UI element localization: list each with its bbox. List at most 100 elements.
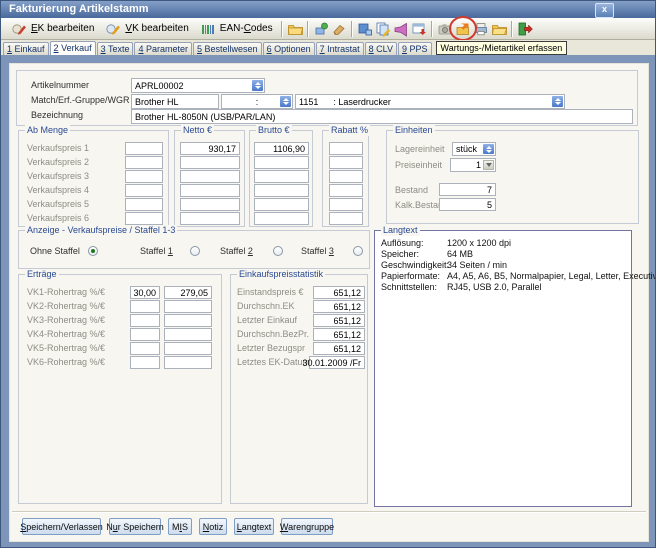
tab-bestellwesen[interactable]: 5 Bestellwesen (193, 42, 262, 55)
vk5-rohertrag-pct-field[interactable] (130, 342, 160, 355)
ab-menge-field-1[interactable] (125, 142, 163, 155)
wgr-field[interactable]: 1151 : Laserdrucker (295, 94, 565, 109)
ab-menge-field-3[interactable] (125, 170, 163, 183)
bestand-label: Bestand (395, 185, 428, 195)
copy-small-icon[interactable] (356, 20, 374, 37)
rabatt-field-5[interactable] (329, 198, 363, 211)
rabatt-field-4[interactable] (329, 184, 363, 197)
erf-gruppe-spinner[interactable] (280, 96, 291, 107)
rabatt-field-3[interactable] (329, 170, 363, 183)
netto-field-2[interactable] (180, 156, 240, 169)
lagereinheit-field[interactable]: stück (452, 142, 496, 156)
vk4-rohertrag-eur-field[interactable] (164, 328, 212, 341)
article-header-group: Artikelnummer APRL00002 Match/Erf.-Grupp… (16, 70, 638, 126)
brutto-field-3[interactable] (254, 170, 309, 183)
rabatt-field-6[interactable] (329, 212, 363, 225)
maintenance-article-icon[interactable] (454, 20, 472, 37)
window-export-icon[interactable] (410, 20, 428, 37)
ab-menge-field-6[interactable] (125, 212, 163, 225)
tab-intrastat[interactable]: 7 Intrastat (316, 42, 364, 55)
vk6-rohertrag-pct-field[interactable] (130, 356, 160, 369)
eraser-icon[interactable] (330, 20, 348, 37)
vk5-rohertrag-eur-field[interactable] (164, 342, 212, 355)
megaphone-icon[interactable] (392, 20, 410, 37)
wgr-spinner[interactable] (552, 96, 563, 107)
rabatt-field-2[interactable] (329, 156, 363, 169)
speichern-verlassen-button[interactable]: Speichern/Verlassen (22, 518, 101, 535)
durchschn-ek-field[interactable]: 651,12 (313, 300, 365, 313)
toolbar-separator (307, 21, 309, 37)
ab-menge-field-2[interactable] (125, 156, 163, 169)
notiz-button[interactable]: Notiz (199, 518, 227, 535)
tab-optionen[interactable]: 6 Optionen (263, 42, 315, 55)
folder-open-icon[interactable] (490, 20, 508, 37)
durchschn-bezpr-field[interactable]: 651,12 (313, 328, 365, 341)
vk2-rohertrag-pct-field[interactable] (130, 300, 160, 313)
vk-bearbeiten-button[interactable]: VK bearbeiten (99, 19, 193, 38)
vk3-rohertrag-eur-field[interactable] (164, 314, 212, 327)
erf-gruppe-field[interactable]: : (221, 94, 293, 109)
folder-icon[interactable] (286, 20, 304, 37)
nur-speichern-button[interactable]: Nur Speichern (109, 518, 161, 535)
bestand-field[interactable]: 7 (439, 183, 496, 196)
camera-icon[interactable] (436, 20, 454, 37)
netto-field-1[interactable]: 930,17 (180, 142, 240, 155)
lagereinheit-spinner[interactable] (483, 144, 494, 154)
netto-field-6[interactable] (180, 212, 240, 225)
brutto-field-2[interactable] (254, 156, 309, 169)
staffel3-radio[interactable] (353, 246, 363, 256)
mis-button[interactable]: MIS (168, 518, 192, 535)
brutto-field-6[interactable] (254, 212, 309, 225)
tab-parameter[interactable]: 4 Parameter (134, 42, 192, 55)
artikelnummer-spinner[interactable] (252, 80, 263, 91)
netto-field-5[interactable] (180, 198, 240, 211)
toolbar-tooltip: Wartungs-/Mietartikel erfassen (436, 41, 568, 55)
tab-verkauf[interactable]: 2 Verkauf (50, 41, 96, 55)
tab-einkauf[interactable]: 1 Einkauf (3, 42, 49, 55)
ean-codes-button[interactable]: EAN-Codes (194, 19, 278, 38)
letzter-bezugspr-field[interactable]: 651,12 (313, 342, 365, 355)
verkaufspreis5-label: Verkaufspreis 5 (27, 199, 89, 209)
netto-field-4[interactable] (180, 184, 240, 197)
brutto-field-5[interactable] (254, 198, 309, 211)
ohne-staffel-radio[interactable] (88, 246, 98, 256)
vk3-rohertrag-pct-field[interactable] (130, 314, 160, 327)
vk1-rohertrag-pct-field[interactable]: 30,00 (130, 286, 160, 299)
bezeichnung-field[interactable]: Brother HL-8050N (USB/PAR/LAN) (131, 109, 633, 124)
letzter-bezugspr-label: Letzter Bezugspr (237, 343, 305, 353)
rabatt-field-1[interactable] (329, 142, 363, 155)
vk2-rohertrag-eur-field[interactable] (164, 300, 212, 313)
exit-icon[interactable] (516, 20, 534, 37)
ek-bearbeiten-button[interactable]: EK bearbeiten (5, 19, 99, 38)
match-field[interactable]: Brother HL (131, 94, 219, 109)
staffel1-radio[interactable] (190, 246, 200, 256)
kalk-bestand-field[interactable]: 5 (439, 198, 496, 211)
tab-texte[interactable]: 3 Texte (97, 42, 134, 55)
netto-group: Netto € 930,17 (174, 130, 245, 227)
printer-icon[interactable] (472, 20, 490, 37)
einstandspreis-field[interactable]: 651,12 (313, 286, 365, 299)
ab-menge-caption: Ab Menge (25, 125, 70, 136)
tab-pps[interactable]: 9 PPS (398, 42, 432, 55)
letztes-ek-datum-field[interactable]: 30.01.2009 /Fr (309, 356, 365, 369)
langtext-button[interactable]: Langtext (234, 518, 274, 535)
brutto-field-1[interactable]: 1106,90 (254, 142, 309, 155)
ab-menge-field-5[interactable] (125, 198, 163, 211)
netto-field-3[interactable] (180, 170, 240, 183)
brutto-field-4[interactable] (254, 184, 309, 197)
preiseinheit-dropdown[interactable] (483, 160, 494, 170)
vk6-rohertrag-eur-field[interactable] (164, 356, 212, 369)
tab-clv[interactable]: 8 CLV (365, 42, 397, 55)
ab-menge-field-4[interactable] (125, 184, 163, 197)
close-button[interactable]: x (595, 3, 614, 18)
toolbar: EK bearbeiten VK bearbeiten EAN-Codes (1, 18, 655, 40)
staffel2-radio[interactable] (273, 246, 283, 256)
letzter-einkauf-field[interactable]: 651,12 (313, 314, 365, 327)
vk1-rohertrag-eur-field[interactable]: 279,05 (164, 286, 212, 299)
artikelnummer-field[interactable]: APRL00002 (131, 78, 265, 93)
warengruppe-button[interactable]: Warengruppe (281, 518, 333, 535)
vk4-rohertrag-pct-field[interactable] (130, 328, 160, 341)
copy-pages-icon[interactable] (374, 20, 392, 37)
new-item-icon[interactable] (312, 20, 330, 37)
preiseinheit-field[interactable]: 1 (450, 158, 496, 172)
